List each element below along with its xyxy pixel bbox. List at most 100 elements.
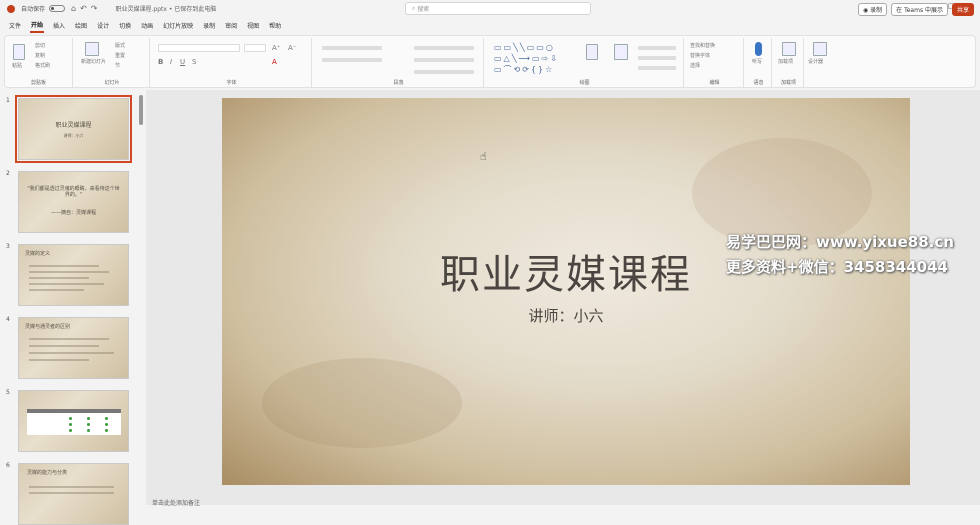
cut-button[interactable]: 剪切 [35, 42, 45, 49]
share-button[interactable]: 共享 [951, 3, 974, 16]
tab-slideshow[interactable]: 幻灯片放映 [162, 19, 194, 32]
drawing-group: ▭▭╲╲▭▭○ ▭△╲⟶▭⇨⇩ ▭⌒⟲⟳{}☆ 绘图 [486, 38, 684, 87]
slide-number: 3 [6, 243, 10, 250]
addins-icon[interactable] [782, 42, 796, 56]
slide-thumbnail-2[interactable]: "我们都是透过灵魂的眼睛，来看待这个世界的。" ——摘自：灵媒课程 [18, 171, 129, 233]
search-input[interactable]: ⌕ 搜索 [405, 2, 591, 15]
group-label-voice: 语音 [753, 80, 764, 86]
font-name-select[interactable] [158, 44, 240, 52]
replace-button[interactable]: 替换字体 [690, 52, 710, 59]
shrink-font-icon[interactable]: A⁻ [288, 44, 296, 52]
new-slide-icon[interactable] [85, 42, 99, 56]
bullets-icon[interactable] [322, 46, 382, 50]
slide-thumbnail-5[interactable] [18, 390, 129, 452]
thumb-title: 职业灵媒课程 [55, 122, 92, 129]
autosave-toggle[interactable] [49, 5, 66, 12]
format-painter-button[interactable]: 格式刷 [35, 62, 50, 69]
tab-file[interactable]: 文件 [8, 19, 22, 32]
tab-record[interactable]: 录制 [202, 19, 216, 32]
ribbon-tabs: 文件 开始 插入 绘图 设计 切换 动画 幻灯片放映 录制 审阅 视图 帮助 [0, 17, 980, 34]
slide-subtitle[interactable]: 讲师：小六 [222, 305, 910, 326]
thumbnails-scrollbar[interactable] [139, 95, 143, 125]
find-button[interactable]: 查找和替换 [690, 42, 715, 49]
reset-button[interactable]: 重置 [115, 52, 125, 59]
paste-icon[interactable] [13, 44, 25, 60]
group-label-paragraph: 段落 [393, 80, 404, 86]
tab-draw[interactable]: 绘图 [74, 19, 88, 32]
group-label-drawing: 绘图 [579, 80, 590, 86]
search-placeholder: 搜索 [417, 6, 430, 13]
watermark-line-1: 易学巴巴网：www.yixue88.cn [726, 233, 954, 251]
tab-help[interactable]: 帮助 [268, 19, 282, 32]
ribbon: 粘贴 剪切 复制 格式刷 剪贴板 新建幻灯片 版式 重置 节 幻灯片 B I U… [4, 35, 976, 88]
record-button[interactable]: ◉ 录制 [858, 3, 888, 16]
group-label-font: 字体 [226, 80, 237, 86]
font-group: B I U S A⁺ A⁻ A 字体 [152, 38, 312, 87]
current-slide[interactable]: 职业灵媒课程 讲师：小六 [222, 98, 910, 485]
quick-styles-icon[interactable] [614, 44, 628, 60]
align-text-icon[interactable] [414, 58, 474, 62]
italic-icon[interactable]: I [170, 58, 172, 66]
align-icon[interactable] [322, 58, 382, 62]
thumb-table [27, 409, 121, 435]
shape-fill-icon[interactable] [638, 46, 676, 50]
mouse-cursor-icon: ☝ [480, 150, 487, 163]
bold-icon[interactable]: B [158, 58, 163, 66]
slide-thumbnail-6[interactable]: 灵媒的能力与分类 [18, 463, 129, 525]
document-title: 职业灵媒课程.pptx • 已保存到此电脑 [115, 6, 217, 13]
microphone-icon[interactable] [755, 42, 762, 56]
slide-thumbnail-1[interactable]: 职业灵媒课程 讲师：小六 [15, 95, 132, 163]
addins-button[interactable]: 加载项 [778, 58, 793, 65]
thumb-title: 灵媒的定义 [25, 251, 51, 257]
slide-number: 5 [6, 389, 10, 396]
shape-outline-icon[interactable] [638, 56, 676, 60]
tab-transitions[interactable]: 切换 [118, 19, 132, 32]
autosave-label: 自动保存 [21, 6, 46, 13]
watermark-line-2: 更多资料+微信：3458344044 [726, 258, 948, 276]
addins-group: 加载项 加载项 [774, 38, 804, 87]
text-direction-icon[interactable] [414, 46, 474, 50]
dictate-button[interactable]: 听写 [752, 58, 762, 65]
slide-thumbnail-3[interactable]: 灵媒的定义 [18, 244, 129, 306]
tab-insert[interactable]: 插入 [52, 19, 66, 32]
present-in-teams-button[interactable]: 在 Teams 中展示 [891, 3, 948, 16]
slide-thumbnail-4[interactable]: 灵媒与通灵者的区别 [18, 317, 129, 379]
grow-font-icon[interactable]: A⁺ [272, 44, 280, 52]
font-size-select[interactable] [244, 44, 266, 52]
tab-home[interactable]: 开始 [30, 18, 45, 33]
strikethrough-icon[interactable]: S [192, 58, 196, 66]
new-slide-button[interactable]: 新建幻灯片 [81, 58, 106, 65]
thumb-title: 灵媒的能力与分类 [27, 470, 68, 476]
quick-access-toolbar[interactable]: ⌂↶↷ [71, 4, 101, 13]
slide-number: 2 [6, 170, 10, 177]
shapes-gallery-icon[interactable]: ▭▭╲╲▭▭○ ▭△╲⟶▭⇨⇩ ▭⌒⟲⟳{}☆ [494, 42, 559, 75]
shape-effects-icon[interactable] [638, 66, 676, 70]
notes-placeholder[interactable]: 单击此处添加备注 [152, 498, 200, 507]
select-button[interactable]: 选择 [690, 62, 700, 69]
tab-animations[interactable]: 动画 [140, 19, 154, 32]
clipboard-group: 粘贴 剪切 复制 格式刷 剪贴板 [5, 38, 73, 87]
thumb-title: 灵媒与通灵者的区别 [25, 324, 71, 330]
group-label-addins: 加载项 [780, 80, 796, 86]
powerpoint-logo-icon [7, 4, 15, 13]
thumb-subtitle: 讲师：小六 [63, 133, 84, 138]
tab-design[interactable]: 设计 [96, 19, 110, 32]
layout-button[interactable]: 版式 [115, 42, 125, 49]
tab-review[interactable]: 审阅 [224, 19, 238, 32]
font-color-icon[interactable]: A [272, 58, 277, 66]
thumb-author: ——摘自：灵媒课程 [50, 210, 96, 216]
tab-view[interactable]: 视图 [246, 19, 260, 32]
slides-group: 新建幻灯片 版式 重置 节 幻灯片 [75, 38, 150, 87]
section-button[interactable]: 节 [115, 62, 120, 69]
thumb-quote: "我们都是透过灵魂的眼睛，来看待这个世界的。" [27, 186, 120, 198]
smartart-icon[interactable] [414, 70, 474, 74]
slide-number: 6 [6, 462, 10, 469]
group-label-editing: 编辑 [709, 80, 720, 86]
copy-button[interactable]: 复制 [35, 52, 45, 59]
designer-icon[interactable] [813, 42, 827, 56]
underline-icon[interactable]: U [180, 58, 185, 66]
designer-group: 设计器 [806, 38, 834, 87]
designer-button[interactable]: 设计器 [808, 58, 823, 65]
voice-group: 听写 语音 [746, 38, 772, 87]
arrange-icon[interactable] [586, 44, 598, 60]
